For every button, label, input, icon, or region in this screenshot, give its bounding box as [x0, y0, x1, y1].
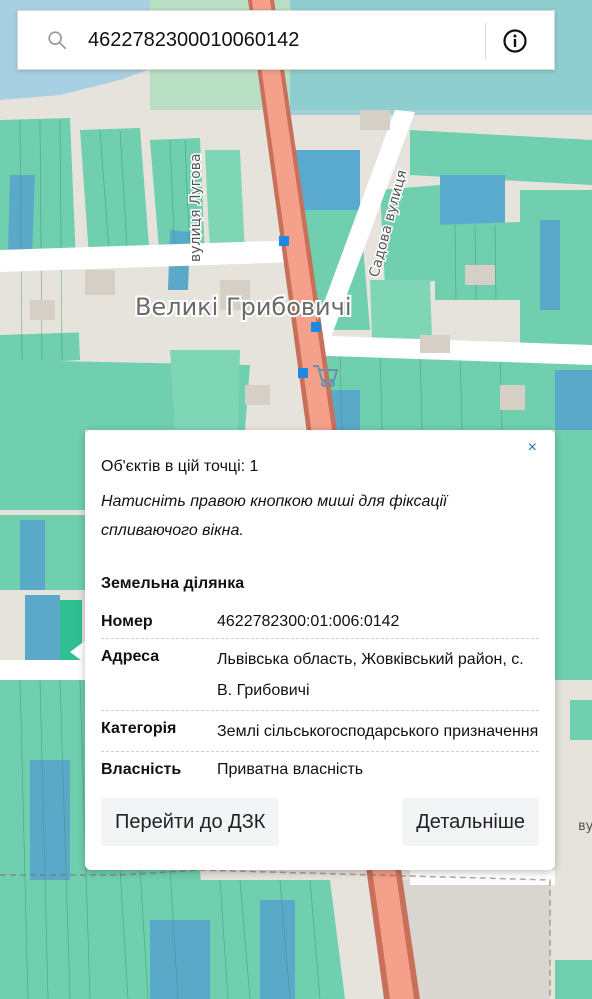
property-key: Адреса: [101, 648, 160, 665]
search-icon: [48, 31, 67, 50]
property-row-number: Номер 4622782300:01:006:0142: [101, 604, 539, 639]
properties-table: Номер 4622782300:01:006:0142 Адреса Льві…: [101, 604, 539, 786]
close-icon[interactable]: ×: [528, 438, 537, 458]
popup-hint: Натисніть правою кнопкою миші для фіксац…: [101, 493, 447, 539]
search-divider: [485, 23, 486, 59]
property-value: Приватна власність: [217, 761, 364, 778]
go-to-dzk-button[interactable]: Перейти до ДЗК: [101, 798, 280, 846]
objects-count: Об'єктів в цій точці: 1: [101, 458, 259, 475]
property-value: 4622782300:01:006:0142: [217, 613, 400, 630]
search-bar: [17, 10, 555, 70]
property-key: Категорія: [101, 720, 177, 737]
property-value: Землі сільськогосподарського призначення: [217, 723, 539, 740]
section-title: Земельна ділянка: [101, 575, 245, 592]
street-label-lugova: вулиця Лугова: [188, 153, 204, 262]
property-row-category: Категорія Землі сільськогосподарського п…: [101, 711, 539, 752]
info-icon[interactable]: [502, 28, 528, 54]
property-row-ownership: Власність Приватна власність: [101, 752, 539, 786]
property-key: Номер: [101, 613, 153, 630]
partial-street-label: ву: [578, 819, 592, 834]
property-row-address: Адреса Львівська область, Жовківський ра…: [101, 639, 539, 711]
property-key: Власність: [101, 761, 182, 778]
popup-pointer: [70, 640, 86, 664]
property-value: Львівська область, Жовківський район, с.…: [217, 651, 524, 699]
place-name-label: Великі Грибовичі: [135, 293, 352, 321]
parcel-popup: × Об'єктів в цій точці: 1 Натисніть прав…: [85, 430, 555, 870]
details-button[interactable]: Детальніше: [402, 798, 539, 846]
search-input[interactable]: [88, 25, 468, 55]
